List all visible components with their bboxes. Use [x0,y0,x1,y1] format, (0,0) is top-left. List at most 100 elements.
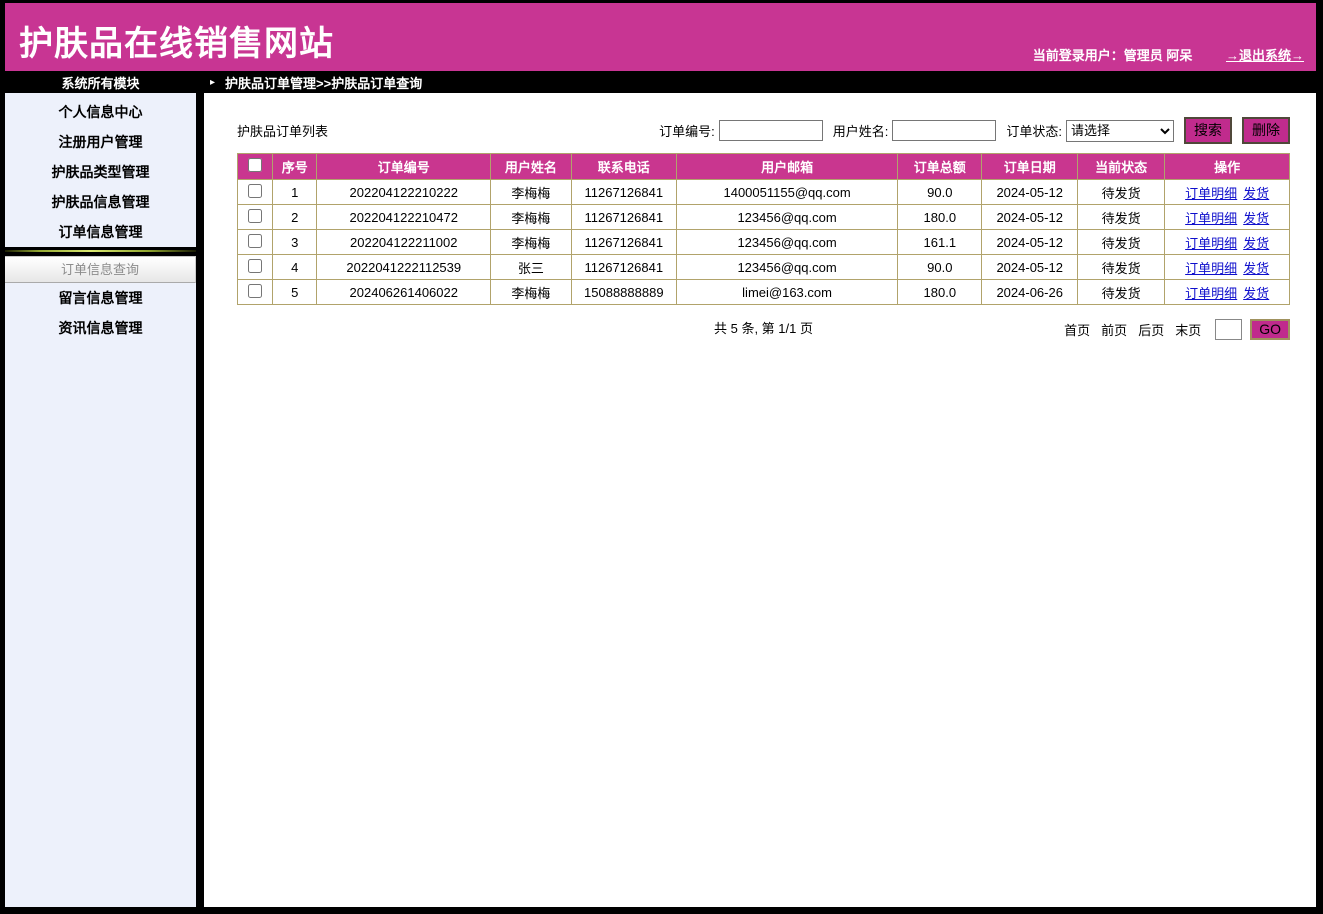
search-button[interactable]: 搜索 [1184,117,1232,144]
row-checkbox[interactable] [248,209,262,223]
cell-date: 2024-05-12 [982,255,1077,280]
col-total: 订单总额 [898,154,982,180]
delete-button[interactable]: 删除 [1242,117,1290,144]
col-status: 当前状态 [1077,154,1164,180]
cell-date: 2024-05-12 [982,205,1077,230]
cell-status: 待发货 [1077,230,1164,255]
cell-status: 待发货 [1077,280,1164,305]
cell-phone: 11267126841 [571,230,677,255]
cell-user-name: 张三 [491,255,571,280]
list-title: 护肤品订单列表 [237,121,328,140]
cell-phone: 15088888889 [571,280,677,305]
sidebar-header: 系统所有模块 [5,73,196,92]
cell-total: 90.0 [898,255,982,280]
col-phone: 联系电话 [571,154,677,180]
page: 护肤品在线销售网站 当前登录用户：管理员 阿呆 →退出系统→ 系统所有模块 ▸ … [0,0,1323,914]
ship-link[interactable]: 发货 [1243,286,1269,301]
order-detail-link[interactable]: 订单明细 [1185,286,1237,301]
ship-link[interactable]: 发货 [1243,236,1269,251]
sidebar-item-product-types[interactable]: 护肤品类型管理 [5,157,196,187]
current-user-label: 当前登录用户：管理员 阿呆 [1033,48,1193,63]
breadcrumb-text: 护肤品订单管理>>护肤品订单查询 [225,73,422,92]
cell-actions: 订单明细发货 [1165,280,1290,305]
sidebar-item-product-info[interactable]: 护肤品信息管理 [5,187,196,217]
col-index: 序号 [273,154,317,180]
cell-phone: 11267126841 [571,255,677,280]
cell-email: 123456@qq.com [677,230,898,255]
cell-actions: 订单明细发货 [1165,255,1290,280]
user-area: 当前登录用户：管理员 阿呆 →退出系统→ [1033,45,1304,64]
sidebar-item-message-info[interactable]: 留言信息管理 [5,283,196,313]
cell-index: 4 [273,255,317,280]
cell-status: 待发货 [1077,255,1164,280]
user-name-input[interactable] [892,120,996,141]
cell-phone: 11267126841 [571,180,677,205]
cell-actions: 订单明细发货 [1165,230,1290,255]
user-name-label: 用户姓名: [833,121,889,140]
cell-order-no: 202204122211002 [317,230,491,255]
order-detail-link[interactable]: 订单明细 [1185,186,1237,201]
cell-user-name: 李梅梅 [491,180,571,205]
sidebar-item-registered-users[interactable]: 注册用户管理 [5,127,196,157]
sidebar: 个人信息中心 注册用户管理 护肤品类型管理 护肤品信息管理 订单信息管理 订单信… [5,93,196,907]
breadcrumb: ▸ 护肤品订单管理>>护肤品订单查询 [196,73,422,92]
sidebar-item-order-info[interactable]: 订单信息管理 [5,217,196,247]
ship-link[interactable]: 发货 [1243,186,1269,201]
order-detail-link[interactable]: 订单明细 [1185,211,1237,226]
cell-email: limei@163.com [677,280,898,305]
cell-date: 2024-05-12 [982,230,1077,255]
ship-link[interactable]: 发货 [1243,261,1269,276]
cell-index: 2 [273,205,317,230]
toolbar: 护肤品订单列表 订单编号: 用户姓名: 订单状态: 请选择 搜索 删除 [237,117,1290,144]
cell-date: 2024-06-26 [982,280,1077,305]
sidebar-subitem-order-query-active[interactable]: 订单信息查询 [5,256,196,283]
body: 个人信息中心 注册用户管理 护肤品类型管理 护肤品信息管理 订单信息管理 订单信… [5,93,1316,907]
cell-total: 161.1 [898,230,982,255]
cell-email: 1400051155@qq.com [677,180,898,205]
cell-status: 待发货 [1077,205,1164,230]
cell-actions: 订单明细发货 [1165,180,1290,205]
order-status-select[interactable]: 请选择 [1066,120,1174,142]
page-number-input[interactable] [1215,319,1242,340]
prev-page-link[interactable]: 前页 [1101,320,1127,339]
cell-total: 90.0 [898,180,982,205]
row-checkbox[interactable] [248,259,262,273]
first-page-link[interactable]: 首页 [1064,320,1090,339]
row-checkbox[interactable] [248,284,262,298]
app-banner: 护肤品在线销售网站 当前登录用户：管理员 阿呆 →退出系统→ [5,3,1316,71]
cell-email: 123456@qq.com [677,205,898,230]
row-checkbox[interactable] [248,184,262,198]
sidebar-item-personal-info[interactable]: 个人信息中心 [5,97,196,127]
order-no-input[interactable] [719,120,823,141]
cell-order-no: 202406261406022 [317,280,491,305]
cell-email: 123456@qq.com [677,255,898,280]
order-detail-link[interactable]: 订单明细 [1185,236,1237,251]
last-page-link[interactable]: 末页 [1175,320,1201,339]
pagination-controls: 首页 前页 后页 末页 GO [1053,316,1290,342]
cell-date: 2024-05-12 [982,180,1077,205]
main-content: 护肤品订单列表 订单编号: 用户姓名: 订单状态: 请选择 搜索 删除 [196,93,1316,907]
pagination: 共 5 条, 第 1/1 页 首页 前页 后页 末页 GO [237,316,1290,342]
order-detail-link[interactable]: 订单明细 [1185,261,1237,276]
table-row: 1 202204122210222 李梅梅 11267126841 140005… [238,180,1290,205]
ship-link[interactable]: 发货 [1243,211,1269,226]
breadcrumb-arrow-icon: ▸ [210,77,215,88]
cell-order-no: 202204122210222 [317,180,491,205]
next-page-link[interactable]: 后页 [1138,320,1164,339]
orders-table: 序号 订单编号 用户姓名 联系电话 用户邮箱 订单总额 订单日期 当前状态 操作 [237,153,1290,305]
sidebar-item-news-info[interactable]: 资讯信息管理 [5,313,196,343]
cell-order-no: 2022041222112539 [317,255,491,280]
cell-user-name: 李梅梅 [491,280,571,305]
go-button[interactable]: GO [1250,319,1290,340]
select-all-checkbox[interactable] [248,158,262,172]
table-row: 3 202204122211002 李梅梅 11267126841 123456… [238,230,1290,255]
header-checkbox-cell [238,154,273,180]
table-row: 2 202204122210472 李梅梅 11267126841 123456… [238,205,1290,230]
divider-glow-line [5,250,196,252]
col-order-no: 订单编号 [317,154,491,180]
cell-user-name: 李梅梅 [491,230,571,255]
navbar: 系统所有模块 ▸ 护肤品订单管理>>护肤品订单查询 [5,71,1316,93]
row-checkbox[interactable] [248,234,262,248]
logout-link[interactable]: →退出系统→ [1226,48,1304,63]
cell-index: 5 [273,280,317,305]
